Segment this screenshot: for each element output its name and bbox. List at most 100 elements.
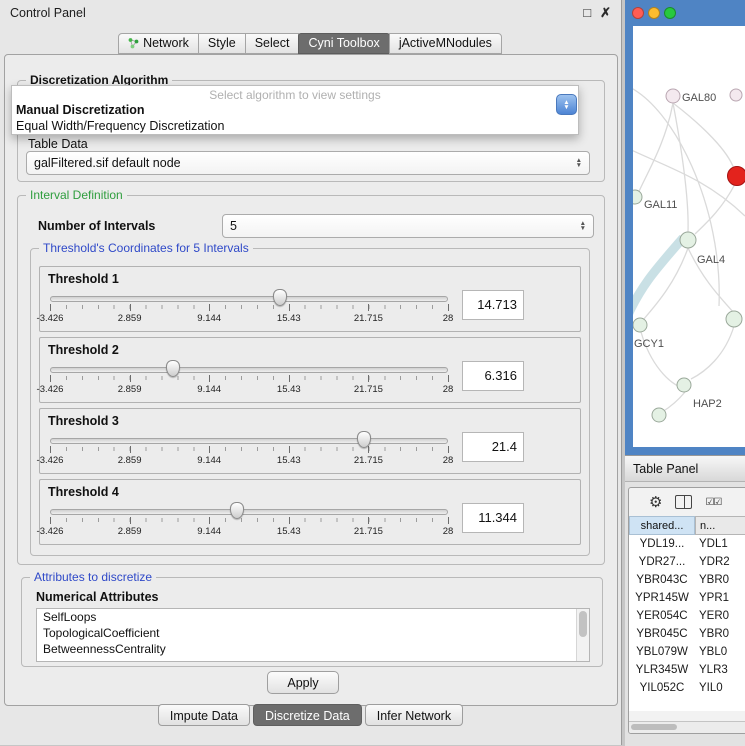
- tick-label: 9.144: [197, 455, 221, 466]
- threshold-value-field[interactable]: 14.713: [462, 290, 524, 320]
- close-window-icon[interactable]: ✗: [600, 5, 611, 21]
- attribute-item[interactable]: BetweennessCentrality: [37, 641, 589, 657]
- network-canvas[interactable]: GAL80 GAL11 GAL4 GCY1 HAP2: [633, 26, 745, 447]
- slider-thumb[interactable]: [273, 289, 287, 306]
- table-row[interactable]: YDL19...YDL1: [629, 535, 745, 553]
- network-node[interactable]: [726, 311, 742, 327]
- table-row[interactable]: YBR043CYBR0: [629, 571, 745, 589]
- table-cell[interactable]: YLR345W: [629, 664, 695, 676]
- threshold-slider[interactable]: -3.4262.8599.14415.4321.71528: [50, 431, 448, 469]
- apply-button[interactable]: Apply: [267, 671, 339, 694]
- table-cell[interactable]: YBR0: [695, 574, 745, 586]
- table-cell[interactable]: YBR0: [695, 628, 745, 640]
- tick-label: -3.426: [37, 313, 64, 324]
- tab-style[interactable]: Style: [198, 33, 246, 54]
- tick-label: 21.715: [354, 384, 383, 395]
- tick-mark: [50, 517, 51, 524]
- table-panel-window: Table Panel ⚙ ☑☑ shared... n... YDL19...…: [625, 455, 745, 746]
- threshold-value-field[interactable]: 21.4: [462, 432, 524, 462]
- table-cell[interactable]: YBL0: [695, 646, 745, 658]
- node-label: GCY1: [634, 338, 664, 350]
- tab-select[interactable]: Select: [245, 33, 300, 54]
- slider-track[interactable]: [50, 367, 448, 373]
- threshold-value-field[interactable]: 6.316: [462, 361, 524, 391]
- attribute-item[interactable]: SelfLoops: [37, 609, 589, 625]
- algorithm-combobox-stepper[interactable]: ▲ ▼: [556, 94, 577, 115]
- table-cell[interactable]: YER0: [695, 610, 745, 622]
- table-row[interactable]: YLR345WYLR3: [629, 661, 745, 679]
- tab-cyni-toolbox[interactable]: Cyni Toolbox: [298, 33, 389, 54]
- attribute-item[interactable]: TopologicalCoefficient: [37, 625, 589, 641]
- table-cell[interactable]: YDL19...: [629, 538, 695, 550]
- threshold-slider[interactable]: -3.4262.8599.14415.4321.71528: [50, 360, 448, 398]
- table-cell[interactable]: YPR145W: [629, 592, 695, 604]
- table-row[interactable]: YER054CYER0: [629, 607, 745, 625]
- tab-discretize-data[interactable]: Discretize Data: [253, 704, 362, 726]
- number-of-intervals-combobox[interactable]: 5 ▲ ▼: [222, 214, 594, 238]
- threshold-slider[interactable]: -3.4262.8599.14415.4321.71528: [50, 289, 448, 327]
- popup-option-equal-width[interactable]: Equal Width/Frequency Discretization: [12, 118, 578, 134]
- table-cell[interactable]: YLR3: [695, 664, 745, 676]
- table-row[interactable]: YBR045CYBR0: [629, 625, 745, 643]
- table-cell[interactable]: YDR27...: [629, 556, 695, 568]
- table-cell[interactable]: YBR045C: [629, 628, 695, 640]
- network-node[interactable]: [680, 232, 696, 248]
- slider-track[interactable]: [50, 438, 448, 444]
- table-cell[interactable]: YDL1: [695, 538, 745, 550]
- tick-label: -3.426: [37, 455, 64, 466]
- slider-track[interactable]: [50, 296, 448, 302]
- tab-impute-data[interactable]: Impute Data: [158, 704, 250, 726]
- window-titlebar: Control Panel □ ✗: [0, 0, 621, 26]
- threshold-panel: Threshold 4 -3.4262.8599.14415.4321.7152…: [39, 479, 581, 545]
- tick-mark: [130, 304, 131, 311]
- table-data-combobox[interactable]: galFiltered.sif default node ▲ ▼: [26, 151, 590, 175]
- close-traffic-light[interactable]: [632, 7, 644, 19]
- tab-infer-network[interactable]: Infer Network: [365, 704, 463, 726]
- selected-network-node[interactable]: [728, 167, 745, 186]
- popup-option-manual[interactable]: Manual Discretization: [12, 102, 578, 118]
- table-cell[interactable]: YBL079W: [629, 646, 695, 658]
- tick-mark: [209, 304, 210, 311]
- numeric-attributes-list[interactable]: SelfLoopsTopologicalCoefficientBetweenne…: [36, 608, 590, 662]
- select-columns-icon[interactable]: ☑☑: [705, 497, 721, 508]
- list-scrollbar[interactable]: [576, 609, 589, 661]
- table-cell[interactable]: YDR2: [695, 556, 745, 568]
- table-cell[interactable]: YIL052C: [629, 682, 695, 694]
- slider-track[interactable]: [50, 509, 448, 515]
- network-node[interactable]: [652, 408, 666, 422]
- table-cell[interactable]: YER054C: [629, 610, 695, 622]
- column-header-name[interactable]: n...: [695, 516, 745, 535]
- table-cell[interactable]: YPR1: [695, 592, 745, 604]
- gear-icon[interactable]: ⚙: [649, 493, 662, 511]
- table-cell[interactable]: YIL0: [695, 682, 745, 694]
- threshold-value-field[interactable]: 11.344: [462, 503, 524, 533]
- column-header-shared-name[interactable]: shared...: [629, 516, 695, 535]
- columns-icon[interactable]: [675, 495, 692, 509]
- table-cell[interactable]: YBR043C: [629, 574, 695, 586]
- float-window-icon[interactable]: □: [583, 5, 591, 21]
- minimize-traffic-light[interactable]: [648, 7, 660, 19]
- tab-jactivemnodules[interactable]: jActiveMNodules: [389, 33, 502, 54]
- network-node[interactable]: [666, 89, 680, 103]
- network-node[interactable]: [730, 89, 742, 101]
- tick-mark: [448, 517, 449, 524]
- threshold-panel: Threshold 3 -3.4262.8599.14415.4321.7152…: [39, 408, 581, 474]
- table-row[interactable]: YIL052CYIL0: [629, 679, 745, 697]
- table-row[interactable]: YBL079WYBL0: [629, 643, 745, 661]
- popup-hint: Select algorithm to view settings: [12, 86, 578, 102]
- tick-label: 2.859: [118, 384, 142, 395]
- network-node[interactable]: [633, 190, 642, 204]
- scrollbar-thumb[interactable]: [579, 611, 587, 637]
- tab-network[interactable]: Network: [118, 33, 199, 54]
- threshold-slider[interactable]: -3.4262.8599.14415.4321.71528: [50, 502, 448, 540]
- network-node[interactable]: [677, 378, 691, 392]
- scrollbar-thumb[interactable]: [631, 724, 677, 730]
- network-node[interactable]: [633, 318, 647, 332]
- table-row[interactable]: YDR27...YDR2: [629, 553, 745, 571]
- horizontal-scrollbar[interactable]: [629, 721, 745, 733]
- table-row[interactable]: YPR145WYPR1: [629, 589, 745, 607]
- network-view-window: GAL80 GAL11 GAL4 GCY1 HAP2: [625, 0, 745, 455]
- zoom-traffic-light[interactable]: [664, 7, 676, 19]
- tick-label: 2.859: [118, 313, 142, 324]
- tick-label: 28: [443, 526, 454, 537]
